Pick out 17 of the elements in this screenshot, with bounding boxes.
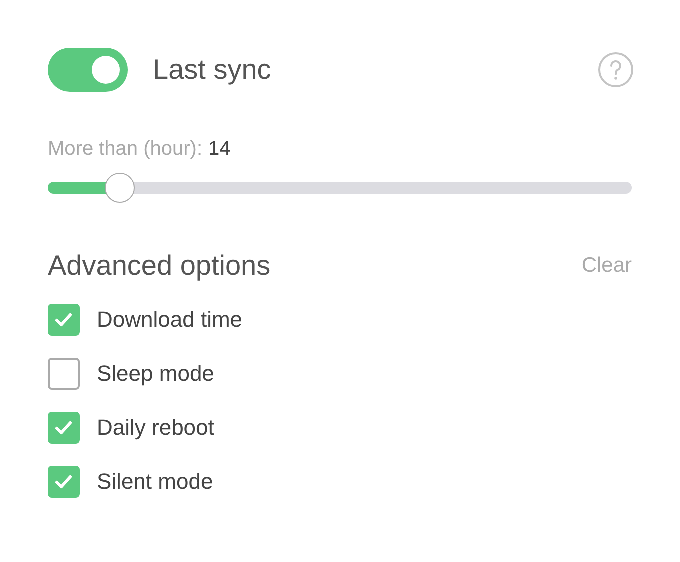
checkbox-label: Silent mode bbox=[97, 469, 214, 495]
checkbox[interactable] bbox=[48, 358, 80, 390]
clear-link[interactable]: Clear bbox=[582, 254, 632, 278]
slider-track[interactable] bbox=[48, 182, 632, 194]
checkbox-label: Daily reboot bbox=[97, 415, 214, 441]
slider-label: More than (hour): bbox=[48, 138, 203, 161]
help-icon[interactable] bbox=[598, 52, 634, 88]
checkbox[interactable] bbox=[48, 412, 80, 444]
checkbox[interactable] bbox=[48, 466, 80, 498]
checkbox-label: Download time bbox=[97, 307, 243, 333]
slider-thumb[interactable] bbox=[104, 173, 135, 203]
toggle-switch[interactable] bbox=[48, 48, 128, 92]
slider-value: 14 bbox=[208, 138, 231, 161]
section-title: Advanced options bbox=[48, 250, 271, 282]
checkbox[interactable] bbox=[48, 304, 80, 336]
checkbox-label: Sleep mode bbox=[97, 361, 214, 387]
sync-label: Last sync bbox=[153, 54, 272, 86]
